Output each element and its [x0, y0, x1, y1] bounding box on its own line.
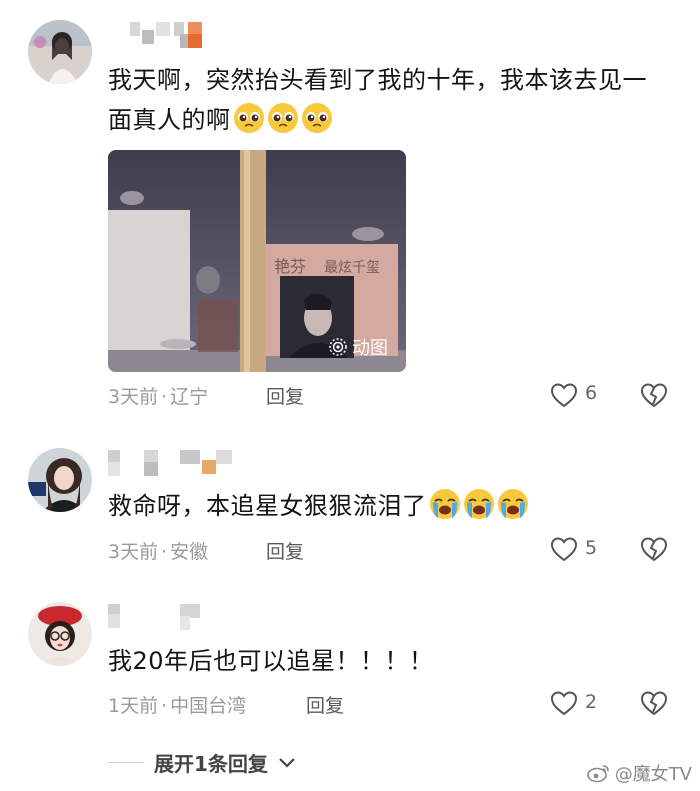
comment-meta: 1天前 · 中国台湾 [108, 695, 247, 717]
reply-button[interactable]: 回复 [266, 382, 304, 409]
comment-text: 我20年后也可以追星！！！！ [108, 647, 434, 675]
comment-meta: 3天前 · 辽宁 [108, 386, 209, 408]
heart-icon[interactable] [550, 536, 578, 562]
pleading-face-icon [233, 103, 264, 133]
comment-gif[interactable]: 艳芬 最炫千玺 动图 [108, 150, 406, 372]
reply-button[interactable]: 回复 [306, 691, 344, 718]
watermark: @魔女TV [586, 760, 692, 786]
like-count: 6 [585, 382, 598, 404]
gif-label: 动图 [352, 338, 388, 359]
gif-badge: 动图 [328, 334, 388, 360]
crying-face-icon [429, 489, 460, 519]
comment-time: 1天前 [108, 695, 159, 717]
heart-icon[interactable] [550, 382, 578, 408]
comment-location: 中国台湾 [170, 695, 247, 717]
comment-location: 安徽 [170, 541, 209, 563]
pleading-face-icon [301, 103, 332, 133]
poster-text-1: 艳芬 [274, 257, 306, 276]
comment-time: 3天前 [108, 386, 159, 408]
live-photo-icon [329, 338, 347, 356]
avatar[interactable] [28, 448, 92, 512]
poster-text-2: 最炫千玺 [324, 260, 380, 276]
comment-location: 辽宁 [170, 386, 209, 408]
avatar[interactable] [28, 602, 92, 666]
heart-icon[interactable] [550, 690, 578, 716]
reply-button[interactable]: 回复 [266, 537, 304, 564]
comment-time: 3天前 [108, 541, 159, 563]
chevron-down-icon [279, 757, 295, 768]
broken-heart-icon[interactable] [640, 536, 668, 562]
expand-replies-button[interactable]: 展开1条回复 [108, 748, 296, 777]
avatar[interactable] [28, 20, 92, 84]
pleading-face-icon [267, 103, 298, 133]
crying-face-icon [497, 489, 528, 519]
expand-replies-label: 展开1条回复 [154, 752, 268, 776]
broken-heart-icon[interactable] [640, 690, 668, 716]
divider [108, 762, 144, 763]
like-count: 2 [585, 691, 598, 713]
crying-face-icon [463, 489, 494, 519]
comment-text: 救命呀，本追星女狠狠流泪了 [108, 486, 670, 526]
weibo-logo-icon [586, 765, 609, 783]
comment-meta: 3天前 · 安徽 [108, 541, 209, 563]
like-count: 5 [585, 537, 598, 559]
watermark-text: @魔女TV [614, 764, 692, 785]
comment-text: 我天啊，突然抬头看到了我的十年，我本该去见一面真人的啊 [108, 66, 647, 134]
broken-heart-icon[interactable] [640, 382, 668, 408]
